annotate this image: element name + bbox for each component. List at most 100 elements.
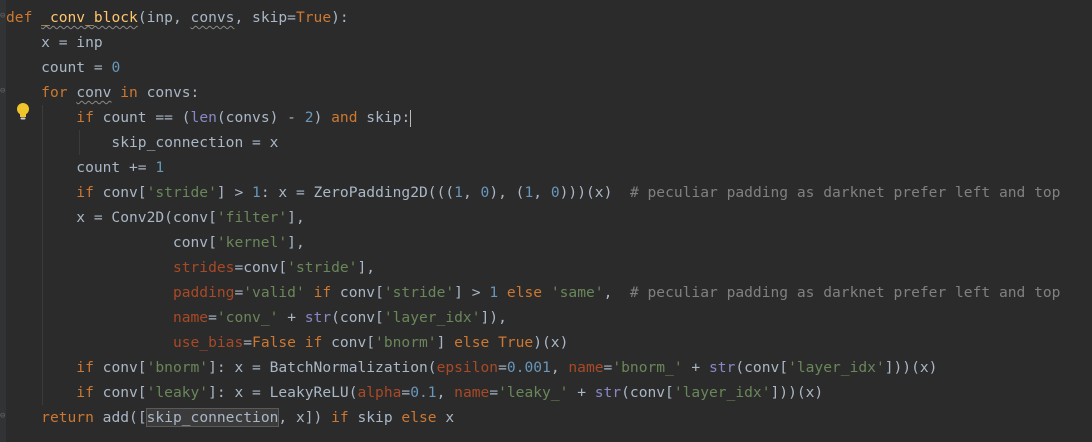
code-token: 'conv_' [216,309,279,326]
code-token: , x]) [278,409,332,426]
code-token: , skip= [234,9,296,26]
code-line[interactable]: if conv['leaky']: x = LeakyReLU(alpha=0.… [0,380,823,405]
code-token: if [313,284,340,301]
code-token: skip_connection = x [6,134,279,151]
code-token: if [331,409,358,426]
code-token: strides [172,259,235,276]
code-token: in [120,84,147,101]
code-token: count == ( [102,109,191,126]
code-line[interactable]: strides=conv['stride'], [0,255,375,280]
code-token: ], [287,209,305,226]
code-line[interactable]: if conv['bnorm']: x = BatchNormalization… [0,355,937,380]
code-line[interactable]: name='conv_' + str(conv['layer_idx']), [0,305,507,330]
code-token: ] > [216,184,253,201]
code-token: 'stride' [383,284,455,301]
code-line[interactable]: padding='valid' if conv['stride'] > 1 el… [0,280,1061,305]
code-token: and [331,109,367,126]
code-token: + [278,309,305,326]
code-token: alpha [357,384,402,401]
code-token: epsilon [436,359,499,376]
code-token: else [454,334,499,351]
code-token: = [243,334,253,351]
code-token: skip [357,409,402,426]
code-token: x = Conv2D(conv[ [6,209,217,226]
code-token: _conv_block [41,9,138,26]
code-line[interactable]: count += 1 [0,155,164,180]
code-token: return [41,409,103,426]
code-token: 'filter' [216,209,288,226]
code-token: True [295,9,332,26]
code-token: ], [287,234,305,251]
code-token: 'layer_idx' [673,384,771,401]
code-line[interactable]: if conv['stride'] > 1: x = ZeroPadding2D… [0,180,1060,205]
code-token: ]))(x) [884,359,938,376]
code-line[interactable]: use_bias=False if conv['bnorm'] else Tru… [0,330,568,355]
code-token: conv[ [6,234,217,251]
code-token: if [76,109,103,126]
code-line[interactable]: def _conv_block(inp, convs, skip=True): [0,5,349,30]
code-token: conv[ [339,284,384,301]
code-token: (conv[ [621,384,674,401]
code-token: =conv[ [234,259,288,276]
code-token: if [76,359,103,376]
code-token: skip_connection [145,408,280,427]
code-token: x = inp [6,34,103,51]
code-token: ): [331,9,349,26]
code-line[interactable]: for conv in convs: [0,80,199,105]
code-token: 2 [304,109,314,126]
code-token: (conv[ [331,309,384,326]
code-editor[interactable]: ⊖ ⊖ ⊖ def _conv_block(inp, convs, skip=T… [0,0,1092,442]
code-token: True [498,334,534,351]
code-token: (convs) - [216,109,305,126]
code-token: 0 [111,59,121,76]
code-token: , [462,184,481,201]
text-caret [410,109,412,127]
code-token: # peculiar padding as darknet prefer lef… [629,284,1061,301]
code-token: ]: x = BatchNormalization( [208,359,437,376]
code-token: )(x) [533,334,569,351]
code-token: 0 [480,184,490,201]
code-token: 0 [550,184,560,201]
code-token: , [550,359,569,376]
code-token: = [489,384,499,401]
code-token: 'stride' [287,259,358,276]
code-token: , [533,184,551,201]
code-token: = [208,309,217,326]
code-token: 'bnorm' [375,334,437,351]
code-line[interactable]: x = inp [0,30,103,55]
code-token: if [76,384,103,401]
code-token: 'leaky' [146,384,209,401]
code-line[interactable]: skip_connection = x [0,130,278,155]
code-token: use_bias [172,334,244,351]
code-token: (conv[ [735,359,789,376]
code-token: 0.1 [410,384,437,401]
code-token: 'kernel' [216,234,288,251]
code-line[interactable]: if count == (len(convs) - 2) and skip: [0,105,412,130]
code-token: str [709,359,736,376]
code-token: name [454,384,490,401]
code-token: add([ [102,409,147,426]
code-token: (inp, [137,9,191,26]
code-line[interactable]: x = Conv2D(conv['filter'], [0,205,305,230]
code-token: count = [6,59,112,76]
code-line[interactable]: conv['kernel'], [0,230,305,255]
code-token: 'bnorm_' [612,359,683,376]
code-token: conv[ [102,384,147,401]
code-token: , [436,384,455,401]
code-token: len [190,109,217,126]
code-token: 'stride' [146,184,217,201]
code-line[interactable]: return add([skip_connection, x]) if skip… [0,405,454,430]
code-line[interactable]: count = 0 [0,55,120,80]
code-token: 'same' [550,284,604,301]
code-token: 1 [524,184,534,201]
code-token: False [252,334,305,351]
